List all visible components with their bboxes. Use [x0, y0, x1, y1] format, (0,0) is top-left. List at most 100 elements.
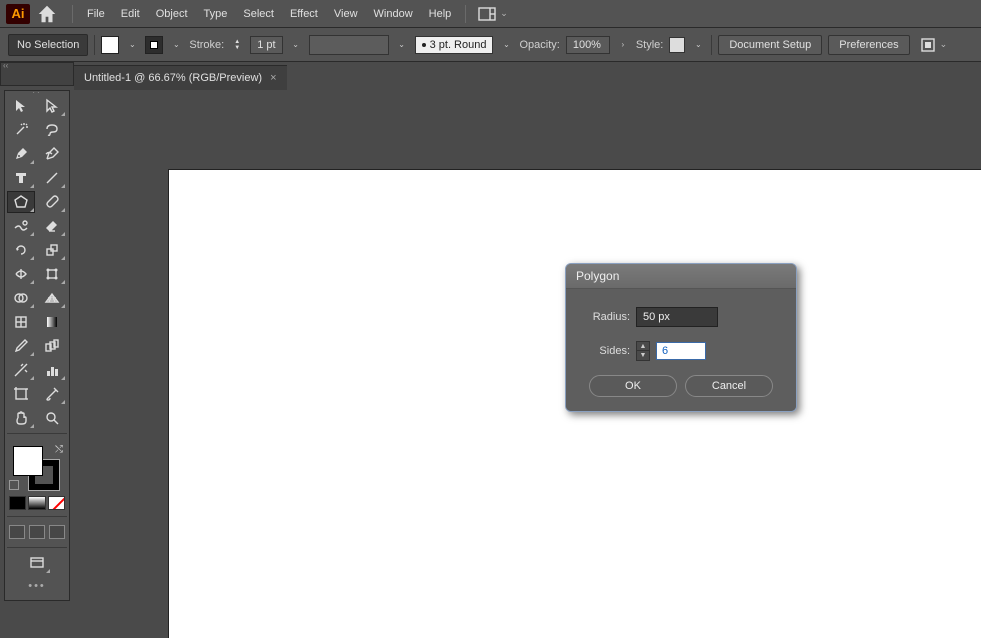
profile-dropdown-icon[interactable]: ⌄ [395, 40, 409, 49]
menu-select[interactable]: Select [235, 4, 282, 24]
opacity-dropdown-icon[interactable]: › [616, 40, 630, 49]
radius-label: Radius: [582, 311, 630, 323]
fill-swatch[interactable] [101, 36, 119, 54]
direct-selection-tool[interactable] [38, 95, 66, 117]
width-tool[interactable] [7, 263, 35, 285]
screen-mode-button[interactable] [23, 552, 51, 574]
type-tool[interactable] [7, 167, 35, 189]
lasso-tool[interactable] [38, 119, 66, 141]
edit-toolbar-icon[interactable]: ••• [7, 576, 67, 596]
screen-mode-row [7, 521, 67, 543]
toolbox: ⤭ ••• [4, 90, 70, 601]
workspace-layout-icon[interactable] [478, 7, 496, 21]
menu-window[interactable]: Window [366, 4, 421, 24]
zoom-tool[interactable] [38, 407, 66, 429]
stroke-label: Stroke: [189, 39, 224, 51]
shaper-tool[interactable] [7, 215, 35, 237]
pen-tool[interactable] [7, 143, 35, 165]
variable-width-profile[interactable] [309, 35, 389, 55]
style-dropdown-icon[interactable]: ⌄ [691, 40, 705, 49]
cancel-button[interactable]: Cancel [685, 375, 773, 397]
menu-type[interactable]: Type [196, 4, 236, 24]
document-tab[interactable]: Untitled-1 @ 66.67% (RGB/Preview) × [74, 65, 287, 90]
shape-tool[interactable] [7, 191, 35, 213]
stroke-weight-dropdown-icon[interactable]: ⌄ [289, 40, 303, 49]
control-bar: No Selection ⌄ ⌄ Stroke: ▲▼ 1 pt ⌄ ⌄ 3 p… [0, 28, 981, 62]
radius-field[interactable]: 50 px [636, 307, 718, 327]
stroke-swatch[interactable] [145, 36, 163, 54]
menu-edit[interactable]: Edit [113, 4, 148, 24]
stroke-weight-field[interactable]: 1 pt [250, 36, 282, 54]
hand-tool[interactable] [7, 407, 35, 429]
shape-builder-tool[interactable] [7, 287, 35, 309]
stroke-dropdown-icon[interactable]: ⌄ [169, 40, 183, 49]
document-tab-row: Untitled-1 @ 66.67% (RGB/Preview) × [74, 62, 981, 90]
draw-normal-icon[interactable] [9, 525, 25, 539]
paintbrush-tool[interactable] [38, 191, 66, 213]
magic-wand-tool[interactable] [7, 119, 35, 141]
fill-color-box[interactable] [13, 446, 43, 476]
sides-label: Sides: [582, 345, 630, 357]
eyedropper-tool[interactable] [7, 335, 35, 357]
perspective-grid-tool[interactable] [38, 287, 66, 309]
color-mode-none[interactable] [48, 496, 65, 510]
free-transform-tool[interactable] [38, 263, 66, 285]
separator [465, 5, 466, 23]
rotate-tool[interactable] [7, 239, 35, 261]
align-to-icon[interactable]: ⌄ [920, 37, 948, 53]
fill-stroke-control[interactable]: ⤭ [7, 442, 67, 492]
preferences-button[interactable]: Preferences [828, 35, 909, 55]
sides-field[interactable]: 6 [656, 342, 706, 360]
color-mode-row [7, 494, 67, 512]
menu-effect[interactable]: Effect [282, 4, 326, 24]
ok-button[interactable]: OK [589, 375, 677, 397]
sides-stepper[interactable]: ▲▼ [636, 341, 650, 361]
column-graph-tool[interactable] [38, 359, 66, 381]
dialog-title: Polygon [566, 264, 796, 289]
line-segment-tool[interactable] [38, 167, 66, 189]
separator [94, 35, 95, 55]
scale-tool[interactable] [38, 239, 66, 261]
close-tab-icon[interactable]: × [270, 72, 276, 84]
stepper-up-icon[interactable]: ▲ [637, 342, 649, 351]
style-label: Style: [636, 39, 664, 51]
document-setup-button[interactable]: Document Setup [718, 35, 822, 55]
canvas-area[interactable] [74, 90, 981, 638]
brush-dropdown-icon[interactable]: ⌄ [499, 40, 513, 49]
opacity-field[interactable]: 100% [566, 36, 610, 54]
color-mode-solid[interactable] [9, 496, 26, 510]
color-mode-gradient[interactable] [28, 496, 45, 510]
slice-tool[interactable] [38, 383, 66, 405]
menu-view[interactable]: View [326, 4, 366, 24]
selection-tool[interactable] [7, 95, 35, 117]
menu-object[interactable]: Object [148, 4, 196, 24]
default-fill-stroke-icon[interactable] [9, 480, 19, 490]
document-tab-label: Untitled-1 @ 66.67% (RGB/Preview) [84, 72, 262, 84]
separator [72, 5, 73, 23]
menu-file[interactable]: File [79, 4, 113, 24]
app-logo: Ai [6, 4, 30, 24]
curvature-tool[interactable] [38, 143, 66, 165]
stroke-weight-stepper[interactable]: ▲▼ [230, 36, 244, 54]
artboard-tool[interactable] [7, 383, 35, 405]
symbol-sprayer-tool[interactable] [7, 359, 35, 381]
draw-inside-icon[interactable] [49, 525, 65, 539]
brush-label: 3 pt. Round [430, 39, 487, 51]
graphic-style-swatch[interactable] [669, 37, 685, 53]
workspace-chevron-icon[interactable]: ⌄ [500, 8, 508, 19]
home-icon[interactable] [36, 3, 58, 25]
polygon-dialog: Polygon Radius: 50 px Sides: ▲▼ 6 OK Can… [565, 263, 797, 412]
mesh-tool[interactable] [7, 311, 35, 333]
collapsed-panel-strip[interactable] [0, 62, 74, 86]
blend-tool[interactable] [38, 335, 66, 357]
menu-help[interactable]: Help [421, 4, 460, 24]
stepper-down-icon[interactable]: ▼ [637, 351, 649, 360]
swap-fill-stroke-icon[interactable]: ⤭ [55, 444, 63, 455]
selection-status: No Selection [8, 34, 88, 56]
eraser-tool[interactable] [38, 215, 66, 237]
brush-definition[interactable]: 3 pt. Round [415, 36, 494, 54]
gradient-tool[interactable] [38, 311, 66, 333]
separator [711, 35, 712, 55]
fill-dropdown-icon[interactable]: ⌄ [125, 40, 139, 49]
draw-behind-icon[interactable] [29, 525, 45, 539]
